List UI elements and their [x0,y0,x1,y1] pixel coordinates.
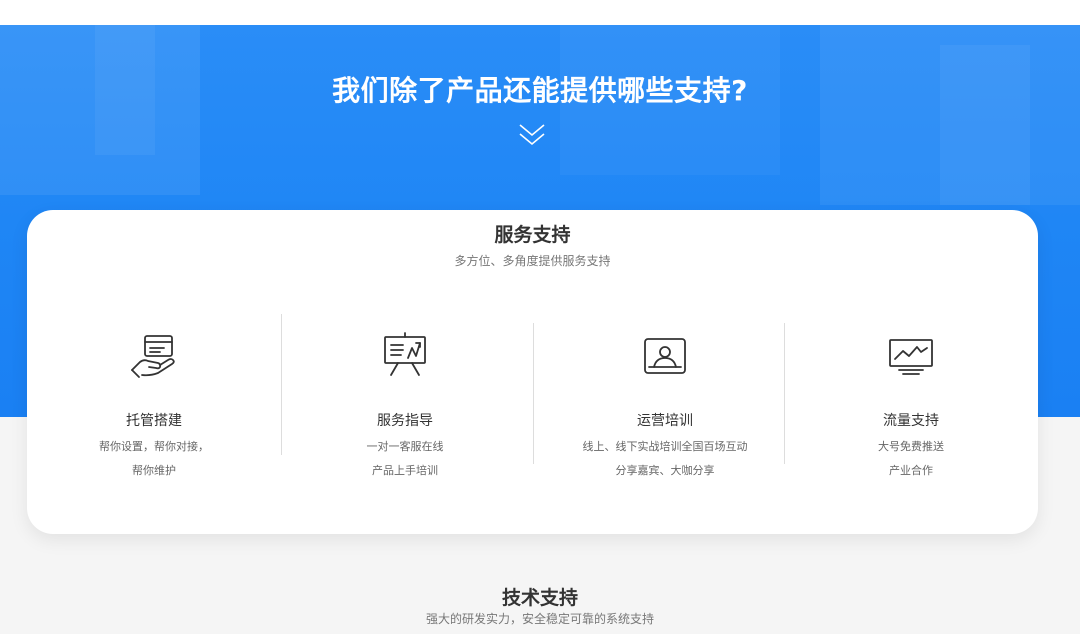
service-item-hosting[interactable]: 托管搭建 帮你设置，帮你对接， 帮你维护 [34,330,274,478]
service-name: 运营培训 [637,413,693,429]
service-support-card: 服务支持 多方位、多角度提供服务支持 托管搭建 帮你设置，帮你对接， 帮你维护 [27,210,1038,534]
monitor-chart-icon [889,339,933,375]
top-strip [0,0,1080,25]
hero-title: 我们除了产品还能提供哪些支持? [332,74,748,107]
service-desc: 分享嘉宾、大咖分享 [615,464,715,477]
profile-card-icon [644,338,686,374]
service-support-title: 服务支持 [494,224,571,246]
hand-card-icon [131,335,175,378]
service-desc: 线上、线下实战培训全国百场互动 [582,440,748,453]
service-item-guidance[interactable]: 服务指导 一对一客服在线 产品上手培训 [285,330,525,478]
service-name: 托管搭建 [126,413,182,429]
double-chevron-down-icon[interactable] [517,121,547,151]
service-desc: 帮你维护 [132,464,176,477]
service-desc: 产业合作 [889,464,933,477]
tech-support-subtitle: 强大的研发实力，安全稳定可靠的系统支持 [425,612,654,626]
presentation-board-icon [384,332,426,376]
column-divider [784,323,785,464]
service-item-traffic[interactable]: 流量支持 大号免费推送 产业合作 [791,330,1031,478]
column-divider [533,323,534,464]
service-name: 流量支持 [883,413,939,429]
column-divider [281,314,282,455]
tech-support-title: 技术支持 [501,587,578,609]
service-support-subtitle: 多方位、多角度提供服务支持 [454,254,611,268]
service-desc: 大号免费推送 [878,440,944,453]
service-desc: 一对一客服在线 [366,440,444,453]
service-desc: 产品上手培训 [372,464,438,477]
service-name: 服务指导 [377,413,433,429]
service-desc: 帮你设置，帮你对接， [99,440,209,453]
service-item-training[interactable]: 运营培训 线上、线下实战培训全国百场互动 分享嘉宾、大咖分享 [545,330,785,478]
